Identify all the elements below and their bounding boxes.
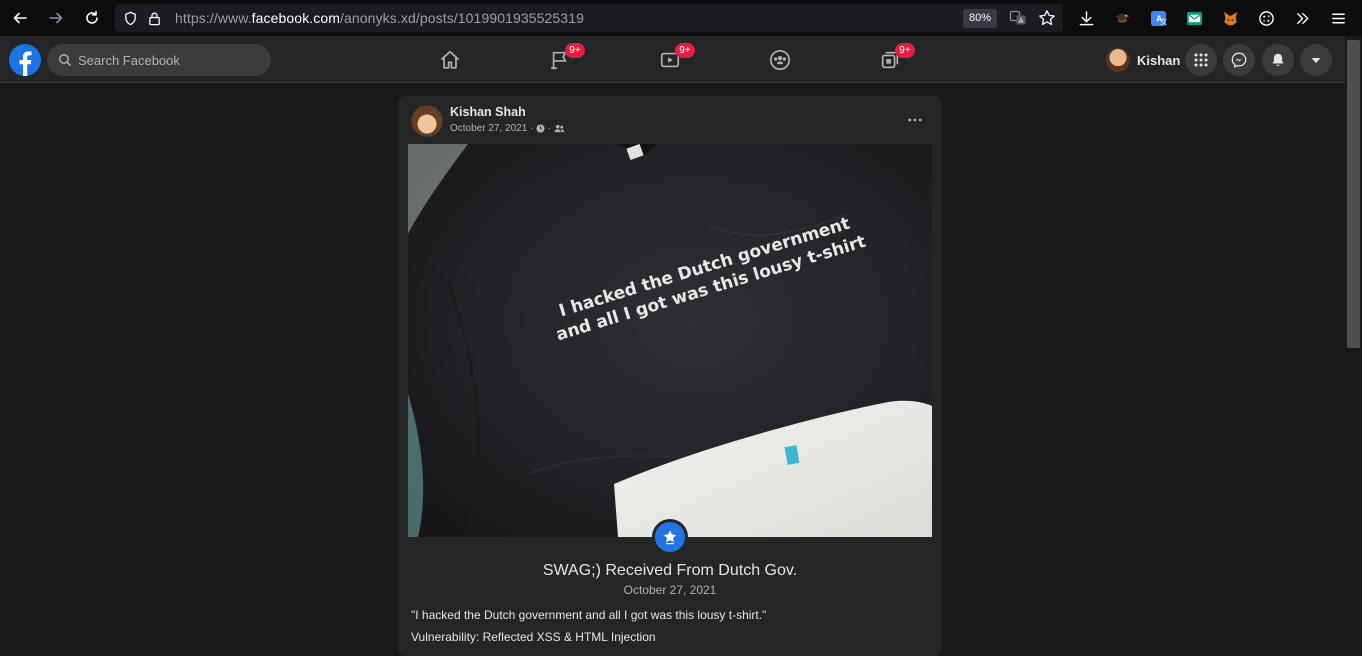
gaming-notification-badge: 9+ bbox=[895, 43, 915, 58]
post-meta: October 27, 2021 · · bbox=[450, 123, 567, 134]
post-body: "I hacked the Dutch government and all I… bbox=[411, 604, 766, 648]
watch-notification-badge: 9+ bbox=[675, 43, 695, 58]
post-author-name[interactable]: Kishan Shah bbox=[450, 105, 526, 119]
back-button[interactable] bbox=[2, 0, 38, 36]
tshirt-photo-image: I hacked the Dutch government and all I … bbox=[408, 144, 932, 537]
pages-notification-badge: 9+ bbox=[565, 43, 585, 58]
hamburger-menu-icon[interactable] bbox=[1320, 0, 1356, 36]
nav-gaming[interactable]: 9+ bbox=[835, 36, 945, 83]
milestone-star-icon bbox=[652, 519, 688, 555]
facebook-header: 9+ 9+ 9+ Kishan bbox=[0, 36, 1345, 83]
forward-button[interactable] bbox=[38, 0, 74, 36]
groups-icon bbox=[770, 49, 790, 70]
friends-audience-icon bbox=[554, 124, 565, 133]
more-dots-icon bbox=[908, 118, 922, 122]
profile-button[interactable]: Kishan bbox=[1103, 44, 1188, 76]
extension-translate-icon[interactable]: A文 bbox=[1140, 0, 1176, 36]
zoom-level-badge[interactable]: 80% bbox=[962, 9, 997, 28]
facebook-logo-icon[interactable] bbox=[9, 44, 41, 76]
nav-watch[interactable]: 9+ bbox=[615, 36, 725, 83]
address-bar[interactable]: https://www.facebook.com/anonyks.xd/post… bbox=[115, 4, 1063, 32]
overflow-chevron-icon[interactable] bbox=[1284, 0, 1320, 36]
reload-button[interactable] bbox=[74, 0, 110, 36]
clock-icon bbox=[536, 124, 545, 133]
home-icon bbox=[440, 50, 460, 69]
downloads-icon[interactable] bbox=[1068, 0, 1104, 36]
meta-separator: · bbox=[547, 123, 551, 134]
reload-icon bbox=[86, 10, 98, 24]
post-date[interactable]: October 27, 2021 · bbox=[450, 123, 533, 134]
milestone-title: SWAG;) Received From Dutch Gov. bbox=[542, 562, 798, 579]
lock-icon[interactable] bbox=[143, 4, 165, 32]
milestone-date: October 27, 2021 bbox=[623, 583, 717, 597]
scrollbar-thumb[interactable] bbox=[1347, 40, 1360, 348]
extension-graduation-cap-icon[interactable] bbox=[1104, 0, 1140, 36]
nav-groups[interactable] bbox=[725, 36, 835, 83]
grid-menu-icon bbox=[1194, 53, 1208, 67]
caret-down-icon bbox=[1311, 58, 1321, 63]
forward-arrow-icon bbox=[49, 12, 63, 24]
browser-toolbar: https://www.facebook.com/anonyks.xd/post… bbox=[0, 0, 1362, 36]
profile-name: Kishan bbox=[1137, 52, 1181, 68]
post-text-line-2: Vulnerability: Reflected XSS & HTML Inje… bbox=[411, 630, 656, 644]
url-prefix: https://www. bbox=[175, 10, 252, 26]
avatar bbox=[1106, 48, 1130, 72]
author-avatar[interactable] bbox=[411, 105, 443, 137]
search-icon bbox=[59, 54, 71, 66]
translate-icon[interactable]: A bbox=[1009, 9, 1027, 27]
facebook-search-box[interactable] bbox=[47, 44, 271, 76]
page-scrollbar[interactable] bbox=[1345, 36, 1362, 646]
post-photo[interactable]: I hacked the Dutch government and all I … bbox=[408, 144, 932, 537]
svg-text:文: 文 bbox=[1160, 17, 1167, 26]
url-path: /anonyks.xd/posts/1019901935525319 bbox=[340, 10, 584, 26]
messenger-icon bbox=[1231, 52, 1247, 68]
search-input[interactable] bbox=[78, 52, 258, 68]
bell-icon bbox=[1272, 53, 1284, 67]
nav-home[interactable] bbox=[395, 36, 505, 83]
back-arrow-icon bbox=[13, 12, 27, 24]
url-host: facebook.com bbox=[251, 10, 341, 26]
notifications-button[interactable] bbox=[1262, 44, 1294, 76]
extension-cookie-icon[interactable] bbox=[1248, 0, 1284, 36]
tracking-shield-icon[interactable] bbox=[119, 4, 141, 32]
menu-grid-button[interactable] bbox=[1185, 44, 1217, 76]
extension-metamask-fox-icon[interactable] bbox=[1212, 0, 1248, 36]
extension-mail-icon[interactable] bbox=[1176, 0, 1212, 36]
bookmark-star-icon[interactable] bbox=[1038, 9, 1056, 27]
nav-pages[interactable]: 9+ bbox=[505, 36, 615, 83]
post-options-button[interactable] bbox=[901, 108, 929, 132]
post-card: Kishan Shah October 27, 2021 · · I hacke… bbox=[398, 96, 942, 656]
url-text[interactable]: https://www.facebook.com/anonyks.xd/post… bbox=[175, 10, 584, 26]
messenger-button[interactable] bbox=[1223, 44, 1255, 76]
svg-text:A: A bbox=[1019, 18, 1024, 25]
post-text-line-1: "I hacked the Dutch government and all I… bbox=[411, 608, 767, 622]
account-menu-button[interactable] bbox=[1300, 44, 1332, 76]
